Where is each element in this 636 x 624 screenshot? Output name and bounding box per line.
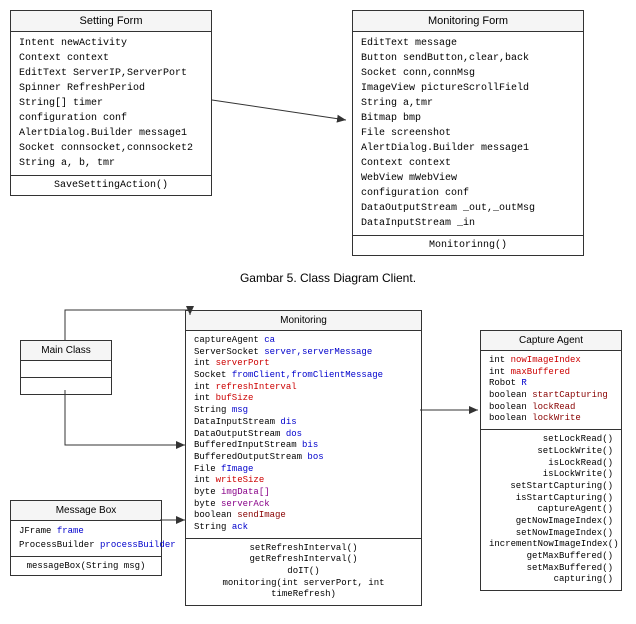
class-attributes: Intent newActivityContext contextEditTex…	[11, 32, 211, 176]
attribute-line: WebView mWebView	[361, 171, 575, 186]
class-operations	[21, 378, 111, 394]
attribute-line: BufferedInputStream bis	[194, 440, 413, 452]
attribute-line: String a,tmr	[361, 96, 575, 111]
attribute-line: File screenshot	[361, 126, 575, 141]
attribute-line: DataOutputStream _out,_outMsg	[361, 201, 575, 216]
operation-line: isLockRead()	[489, 458, 613, 470]
attribute-line: Robot R	[489, 378, 613, 390]
message-box-class: Message Box JFrame frameProcessBuilder p…	[10, 500, 162, 576]
attribute-line: Intent newActivity	[19, 36, 203, 51]
attribute-line: DataInputStream dis	[194, 417, 413, 429]
operation-line: isStartCapturing()	[489, 493, 613, 505]
attribute-line: configuration conf	[361, 186, 575, 201]
attribute-line: int serverPort	[194, 358, 413, 370]
class-title: Message Box	[11, 501, 161, 521]
attribute-line: boolean sendImage	[194, 510, 413, 522]
attribute-line: Socket conn,connMsg	[361, 66, 575, 81]
attribute-line: EditText message	[361, 36, 575, 51]
figure-caption: Gambar 5. Class Diagram Client.	[10, 271, 636, 285]
operation-line: monitoring(int serverPort, int timeRefre…	[194, 578, 413, 601]
attribute-line: ProcessBuilder processBuilder	[19, 539, 153, 553]
attribute-line: EditText ServerIP,ServerPort	[19, 66, 203, 81]
class-operations: setLockRead()setLockWrite()isLockRead()i…	[481, 430, 621, 590]
attribute-line: int nowImageIndex	[489, 355, 613, 367]
attribute-line: AlertDialog.Builder message1	[361, 141, 575, 156]
attribute-line: Button sendButton,clear,back	[361, 51, 575, 66]
attribute-line: Spinner RefreshPeriod	[19, 81, 203, 96]
attribute-line: File fImage	[194, 464, 413, 476]
attribute-line: boolean startCapturing	[489, 390, 613, 402]
attribute-line: configuration conf	[19, 111, 203, 126]
attribute-line: Context context	[19, 51, 203, 66]
operation-line: setNowImageIndex()	[489, 528, 613, 540]
class-attributes	[21, 361, 111, 378]
operation-line: getRefreshInterval()	[194, 554, 413, 566]
attribute-line: JFrame frame	[19, 525, 153, 539]
attribute-line: AlertDialog.Builder message1	[19, 126, 203, 141]
operation-line: setRefreshInterval()	[194, 543, 413, 555]
class-attributes: EditText messageButton sendButton,clear,…	[353, 32, 583, 236]
operation-line: setMaxBuffered()	[489, 563, 613, 575]
operation-line: captureAgent()	[489, 504, 613, 516]
class-attributes: int nowImageIndexint maxBufferedRobot Rb…	[481, 351, 621, 430]
operation-line: setLockRead()	[489, 434, 613, 446]
attribute-line: BufferedOutputStream bos	[194, 452, 413, 464]
attribute-line: String[] timer	[19, 96, 203, 111]
operation-line: getMaxBuffered()	[489, 551, 613, 563]
attribute-line: captureAgent ca	[194, 335, 413, 347]
class-title: Monitoring	[186, 311, 421, 331]
attribute-line: String a, b, tmr	[19, 156, 203, 171]
operation-line: isLockWrite()	[489, 469, 613, 481]
setting-form-class: Setting Form Intent newActivityContext c…	[10, 10, 212, 196]
operation-line: doIT()	[194, 566, 413, 578]
client-diagram: Setting Form Intent newActivityContext c…	[10, 10, 636, 256]
class-operations: setRefreshInterval()getRefreshInterval()…	[186, 539, 421, 605]
operation-line: incrementNowImageIndex()	[489, 539, 613, 551]
operation-line: setStartCapturing()	[489, 481, 613, 493]
operation-line: setLockWrite()	[489, 446, 613, 458]
class-operation: SaveSettingAction()	[11, 176, 211, 195]
main-class: Main Class	[20, 340, 112, 395]
operation-line: capturing()	[489, 574, 613, 586]
attribute-line: int maxBuffered	[489, 367, 613, 379]
attribute-line: DataInputStream _in	[361, 216, 575, 231]
attribute-line: boolean lockWrite	[489, 413, 613, 425]
class-attributes: JFrame frameProcessBuilder processBuilde…	[11, 521, 161, 557]
class-operation: Monitorinng()	[353, 236, 583, 255]
monitoring-class: Monitoring captureAgent caServerSocket s…	[185, 310, 422, 606]
attribute-line: byte serverAck	[194, 499, 413, 511]
class-title: Monitoring Form	[353, 11, 583, 32]
server-diagram: Main Class Message Box JFrame frameProce…	[10, 300, 636, 570]
operation-line: getNowImageIndex()	[489, 516, 613, 528]
attribute-line: ImageView pictureScrollField	[361, 81, 575, 96]
attribute-line: Socket fromClient,fromClientMessage	[194, 370, 413, 382]
class-title: Capture Agent	[481, 331, 621, 351]
attribute-line: DataOutputStream dos	[194, 429, 413, 441]
attribute-line: Socket connsocket,connsocket2	[19, 141, 203, 156]
capture-agent-class: Capture Agent int nowImageIndexint maxBu…	[480, 330, 622, 591]
attribute-line: ServerSocket server,serverMessage	[194, 347, 413, 359]
attribute-line: byte imgData[]	[194, 487, 413, 499]
attribute-line: int writeSize	[194, 475, 413, 487]
attribute-line: int bufSize	[194, 393, 413, 405]
monitoring-form-class: Monitoring Form EditText messageButton s…	[352, 10, 584, 256]
attribute-line: String ack	[194, 522, 413, 534]
attribute-line: int refreshInterval	[194, 382, 413, 394]
attribute-line: boolean lockRead	[489, 402, 613, 414]
class-title: Setting Form	[11, 11, 211, 32]
class-operation: messageBox(String msg)	[11, 557, 161, 575]
attribute-line: Context context	[361, 156, 575, 171]
class-title: Main Class	[21, 341, 111, 361]
attribute-line: String msg	[194, 405, 413, 417]
attribute-line: Bitmap bmp	[361, 111, 575, 126]
class-attributes: captureAgent caServerSocket server,serve…	[186, 331, 421, 539]
